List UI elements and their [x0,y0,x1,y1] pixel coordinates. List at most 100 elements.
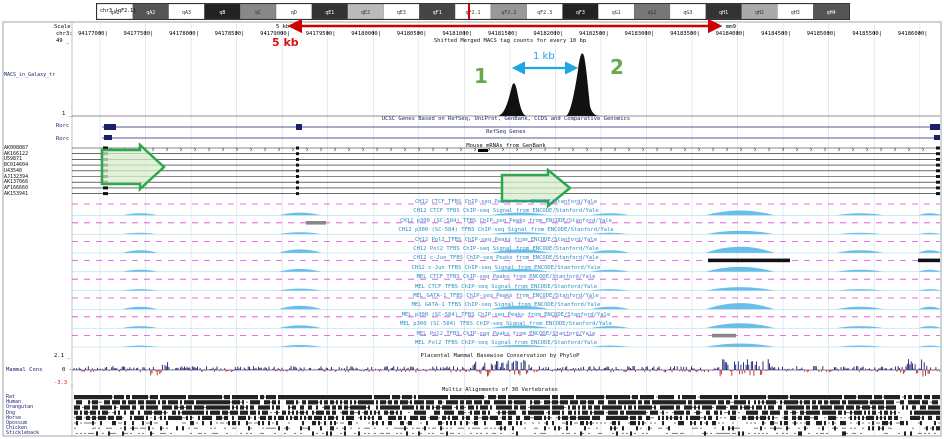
multiz-block [632,400,634,405]
multiz-block [868,426,870,431]
multiz-block [552,395,554,400]
multiz-block [640,395,642,400]
multiz-block [140,395,142,400]
multiz-gap [878,412,880,414]
multiz-block [272,395,274,400]
multiz-gap [428,432,430,434]
multiz-block [590,400,592,405]
multiz-block [612,415,614,420]
multiz-block [218,395,220,400]
multiz-block [358,410,360,415]
multiz-block [388,400,390,405]
multiz-gap [400,427,402,429]
multiz-gap [738,427,740,429]
multiz-gap [746,417,748,419]
multiz-gap [270,427,272,429]
multiz-block [932,395,934,400]
multiz-block [690,405,692,410]
multiz-block [316,415,318,420]
multiz-block [240,410,242,415]
multiz-block [278,400,280,405]
multiz-block [78,415,80,420]
multiz-gap [538,422,540,424]
multiz-gap [764,422,766,424]
multiz-gap [900,417,902,419]
multiz-block [880,405,882,410]
multiz-block [648,405,650,410]
multiz-block [808,395,810,400]
multiz-block [762,395,764,400]
multiz-gap [548,427,550,429]
multiz-block [496,400,498,405]
multiz-block [170,395,172,400]
multiz-block [234,421,236,426]
multiz-block [302,421,304,426]
multiz-block [164,415,166,420]
multiz-block [416,415,418,420]
multiz-block [76,405,78,410]
multiz-block [344,426,346,431]
multiz-block [254,415,256,420]
multiz-block [834,405,836,410]
multiz-block [766,410,768,415]
multiz-block [758,405,760,410]
multiz-block [308,405,310,410]
multiz-block [140,415,142,420]
multiz-block [254,410,256,415]
multiz-gap [190,432,192,434]
multiz-block [624,400,626,405]
multiz-block [390,415,392,420]
multiz-block [384,395,386,400]
multiz-gap [586,401,588,403]
encode-signal [72,323,942,329]
multiz-block [252,410,254,415]
multiz-gap [776,427,778,429]
multiz-block [146,415,148,420]
multiz-gap [228,412,230,414]
multiz-block [454,395,456,400]
multiz-block [544,395,546,400]
multiz-block [310,405,312,410]
multiz-gap [438,417,440,419]
multiz-gap [154,422,156,424]
multiz-block [920,410,922,415]
multiz-block [508,421,510,426]
multiz-block [104,395,106,400]
multiz-block [392,415,394,420]
multiz-gap [834,422,836,424]
multiz-block [678,400,680,405]
multiz-gap [698,396,700,398]
multiz-block [706,405,708,410]
multiz-block [750,395,752,400]
multiz-block [334,395,336,400]
multiz-block [792,395,794,400]
multiz-block [810,395,812,400]
multiz-block [164,405,166,410]
multiz-gap [462,427,464,429]
multiz-block [226,405,228,410]
multiz-block [186,405,188,410]
multiz-gap [532,401,534,403]
multiz-gap [334,417,336,419]
multiz-block [704,415,706,420]
multiz-block [232,395,234,400]
multiz-block [598,400,600,405]
multiz-block [662,415,664,420]
multiz-gap [148,422,150,424]
multiz-block [596,415,598,420]
multiz-gap [860,432,862,434]
multiz-gap [576,422,578,424]
multiz-block [612,400,614,405]
multiz-gap [362,412,364,414]
multiz-gap [340,422,342,424]
multiz-block [232,410,234,415]
multiz-block [824,410,826,415]
multiz-gap [350,427,352,429]
multiz-block [224,400,226,405]
multiz-block [740,405,742,410]
encode-signal [72,343,942,347]
multiz-gap [692,406,694,408]
multiz-block [170,400,172,405]
multiz-block [630,431,632,436]
multiz-gap [782,432,784,434]
